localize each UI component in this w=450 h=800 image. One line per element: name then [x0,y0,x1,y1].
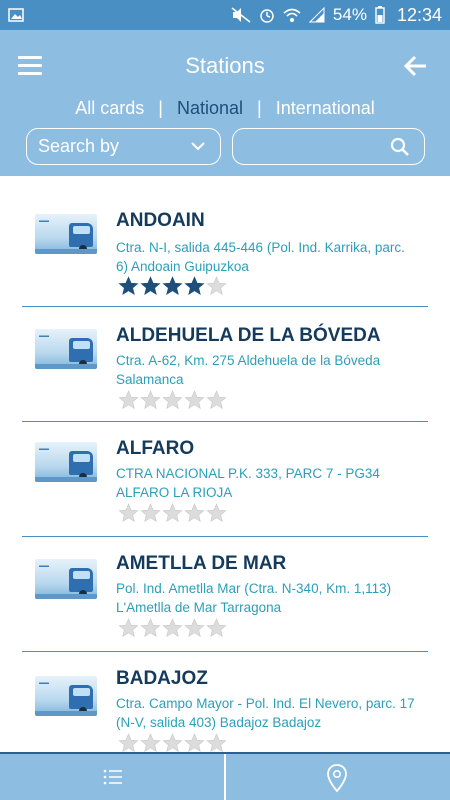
arrow-left-icon [403,55,426,77]
list-icon [103,769,122,785]
station-name: BADAJOZ [116,668,208,689]
station-address: CTRA NACIONAL P.K. 333, PARC 7 - PG34 AL… [116,466,380,500]
map-view-button[interactable] [226,754,450,800]
search-by-dropdown[interactable]: Search by [26,128,221,165]
station-address: Pol. Ind. Ametlla Mar (Ctra. N-340, Km. … [116,581,392,615]
tab-international[interactable]: International [276,98,375,118]
card-filter-tabs: All cards | National | International [0,98,450,119]
rating-stars [118,390,227,410]
station-address: Ctra. N-I, salida 445-446 (Pol. Ind. Kar… [116,240,405,274]
tab-separator: | [158,98,163,118]
search-by-label: Search by [38,136,120,156]
station-item[interactable]: ▬▬ BADAJOZ Ctra. Campo Mayor - Pol. Ind.… [22,652,428,752]
star-empty-icon [184,390,205,410]
station-name: ALFARO [116,438,195,459]
battery-icon [375,6,385,24]
card-thumbnail: ▬▬ [35,214,97,254]
star-empty-icon [140,618,161,638]
back-button[interactable] [402,52,430,80]
map-pin-icon [327,764,347,793]
star-empty-icon [184,618,205,638]
search-icon[interactable] [390,137,410,157]
gallery-icon [8,8,24,22]
star-empty-icon [140,733,161,752]
star-filled-icon [184,276,205,296]
star-filled-icon [140,276,161,296]
card-thumbnail: ▬▬ [35,442,97,482]
station-address: Ctra. Campo Mayor - Pol. Ind. El Nevero,… [116,696,415,730]
star-empty-icon [118,503,139,523]
star-empty-icon [118,618,139,638]
rating-stars [118,503,227,523]
station-item[interactable]: ▬▬ ALFARO CTRA NACIONAL P.K. 333, PARC 7… [22,422,428,537]
star-empty-icon [140,390,161,410]
title-bar: Stations [0,30,450,102]
signal-icon [308,7,325,23]
status-bar: 54% 12:34 [0,0,450,30]
card-thumbnail: ▬▬ [35,329,97,369]
station-item[interactable]: ▬▬ ALDEHUELA DE LA BÓVEDA Ctra. A-62, Km… [22,307,428,422]
rating-stars [118,276,227,296]
wifi-icon [283,8,301,22]
list-view-button[interactable] [0,754,224,800]
star-empty-icon [140,503,161,523]
rating-stars [118,618,227,638]
search-box [232,128,425,165]
mute-icon [231,7,251,23]
star-empty-icon [118,390,139,410]
card-thumbnail: ▬▬ [35,559,97,599]
star-empty-icon [118,733,139,752]
star-empty-icon [162,733,183,752]
clock: 12:34 [396,4,442,25]
page-title: Stations [185,53,265,78]
star-empty-icon [206,390,227,410]
station-address: Ctra. A-62, Km. 275 Aldehuela de la Bóve… [116,353,381,387]
station-item[interactable]: ▬▬ AMETLLA DE MAR Pol. Ind. Ametlla Mar … [22,537,428,652]
star-empty-icon [162,503,183,523]
station-name: ALDEHUELA DE LA BÓVEDA [116,325,381,346]
header: Stations All cards | National | Internat… [0,30,450,176]
star-empty-icon [206,276,227,296]
star-empty-icon [206,618,227,638]
star-filled-icon [118,276,139,296]
star-empty-icon [162,618,183,638]
station-list: ▬▬ ANDOAIN Ctra. N-I, salida 445-446 (Po… [0,176,450,752]
alarm-icon [260,9,274,23]
battery-percent: 54% [332,5,367,24]
station-name: AMETLLA DE MAR [116,553,287,574]
station-item[interactable]: ▬▬ ANDOAIN Ctra. N-I, salida 445-446 (Po… [22,192,428,307]
card-thumbnail: ▬▬ [35,676,97,716]
star-empty-icon [162,390,183,410]
rating-stars [118,733,227,752]
star-filled-icon [162,276,183,296]
star-empty-icon [184,733,205,752]
tab-all-cards[interactable]: All cards [75,98,144,118]
chevron-down-icon [191,142,205,151]
star-empty-icon [184,503,205,523]
star-empty-icon [206,733,227,752]
menu-button[interactable] [18,56,42,76]
hamburger-icon [18,56,42,59]
star-empty-icon [206,503,227,523]
tab-national[interactable]: National [177,98,243,118]
search-input[interactable] [233,129,383,163]
bottom-navigation [0,752,450,800]
tab-separator: | [257,98,262,118]
station-name: ANDOAIN [116,210,205,231]
